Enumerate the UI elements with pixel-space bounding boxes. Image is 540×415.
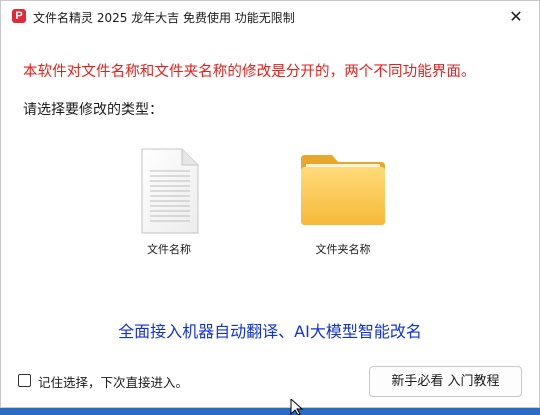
folder-icon xyxy=(301,155,385,225)
folder-name-label: 文件夹名称 xyxy=(315,243,371,256)
tutorial-button[interactable]: 新手必看 入门教程 xyxy=(369,366,522,397)
title-bar[interactable]: P 文件名精灵 2025 龙年大吉 免费使用 功能无限制 ✕ xyxy=(1,1,539,33)
file-name-label: 文件名称 xyxy=(147,243,191,256)
prompt-text: 请选择要修改的类型： xyxy=(23,102,163,118)
ai-promo-text[interactable]: 全面接入机器自动翻译、AI大模型智能改名 xyxy=(1,318,539,342)
folder-name-option[interactable]: 文件夹名称 xyxy=(291,147,395,263)
file-name-option[interactable]: 文件名称 xyxy=(129,147,209,263)
app-logo-icon: P xyxy=(12,9,26,23)
window-title: 文件名精灵 2025 龙年大吉 免费使用 功能无限制 xyxy=(33,11,295,25)
mouse-cursor-icon xyxy=(290,399,304,415)
remember-choice-label: 记住选择，下次直接进入。 xyxy=(38,375,189,390)
close-button[interactable]: ✕ xyxy=(493,1,539,33)
file-icon xyxy=(141,148,199,234)
close-icon: ✕ xyxy=(509,7,523,26)
main-window: P 文件名精灵 2025 龙年大吉 免费使用 功能无限制 ✕ 本软件对文件名称和… xyxy=(0,0,540,408)
checkbox-box[interactable] xyxy=(18,374,31,387)
notice-text: 本软件对文件名称和文件夹名称的修改是分开的，两个不同功能界面。 xyxy=(23,64,476,80)
